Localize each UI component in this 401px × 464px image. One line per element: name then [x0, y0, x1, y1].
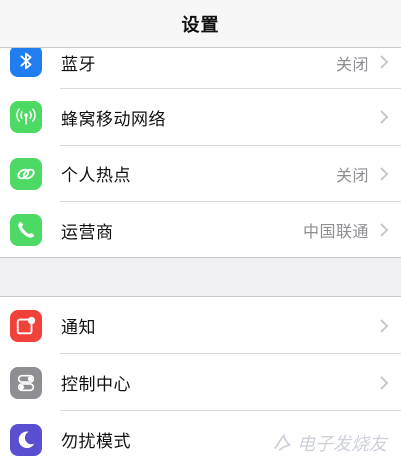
cellular-label: 蜂窝移动网络: [61, 109, 166, 130]
phone-icon: [10, 214, 42, 247]
settings-row-hotspot[interactable]: 个人热点 关闭: [0, 146, 401, 203]
notifications-icon: [10, 309, 42, 342]
do-not-disturb-label: 勿扰模式: [61, 432, 131, 452]
chevron-right-icon: [380, 223, 389, 237]
settings-row-cellular[interactable]: 蜂窝移动网络: [0, 89, 401, 146]
watermark-logo-icon: [273, 433, 292, 451]
carrier-label: 运营商: [61, 222, 114, 243]
control-center-label: 控制中心: [61, 375, 131, 395]
bluetooth-value: 关闭: [335, 55, 369, 74]
carrier-value: 中国联通: [302, 222, 369, 242]
settings-group-connectivity: 蓝牙 关闭 蜂窝移动网络 个人热点 关闭 运营商 中国联通: [0, 32, 401, 258]
chevron-right-icon: [380, 55, 389, 69]
chevron-right-icon: [380, 110, 389, 124]
page-title: 设置: [181, 14, 220, 36]
hotspot-link-icon: [10, 157, 42, 190]
watermark-text: 电子发烧友: [297, 434, 387, 455]
hotspot-value: 关闭: [335, 165, 369, 185]
moon-icon: [10, 423, 42, 456]
control-center-icon: [10, 366, 42, 399]
settings-screen: 蓝牙 关闭 蜂窝移动网络 个人热点 关闭 运营商 中国联通 通知 控制中心 勿扰…: [0, 0, 401, 464]
chevron-right-icon: [380, 167, 389, 181]
notifications-label: 通知: [61, 318, 96, 338]
bluetooth-icon: [10, 45, 42, 77]
settings-row-control-center[interactable]: 控制中心: [0, 354, 401, 411]
settings-row-notifications[interactable]: 通知: [0, 297, 401, 354]
hotspot-label: 个人热点: [61, 166, 131, 187]
chevron-right-icon: [380, 375, 389, 390]
watermark: 电子发烧友: [271, 430, 387, 456]
navigation-bar: 设置: [0, 0, 401, 48]
cellular-antenna-icon: [10, 101, 42, 134]
bluetooth-label: 蓝牙: [61, 55, 96, 75]
chevron-right-icon: [380, 318, 389, 333]
settings-row-carrier[interactable]: 运营商 中国联通: [0, 202, 401, 259]
